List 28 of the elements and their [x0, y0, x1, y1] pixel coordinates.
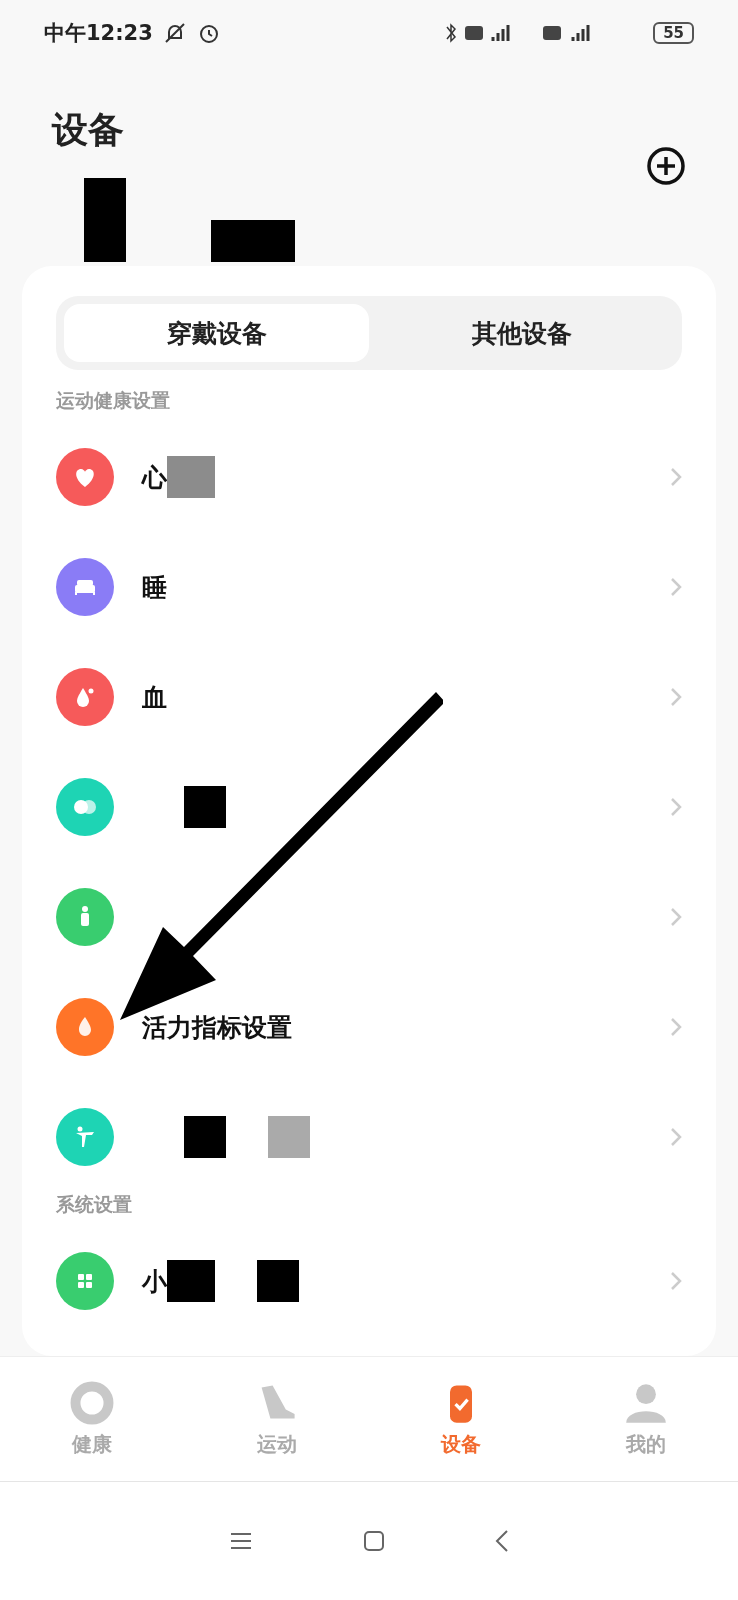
- row-label: 小: [142, 1265, 167, 1298]
- settings-row[interactable]: 小: [56, 1226, 682, 1336]
- chevron-right-icon: [670, 1017, 682, 1037]
- status-time: 中午12:23: [44, 20, 153, 47]
- back-icon[interactable]: [495, 1529, 509, 1553]
- section-title: 系统设置: [56, 1192, 133, 1217]
- chevron-right-icon: [670, 797, 682, 817]
- chevron-right-icon: [670, 467, 682, 487]
- ring-icon: [70, 1380, 115, 1425]
- chevron-right-icon: [670, 687, 682, 707]
- settings-row[interactable]: 睡: [56, 532, 682, 642]
- home-icon[interactable]: [363, 1530, 385, 1552]
- menu-icon[interactable]: [229, 1531, 253, 1551]
- settings-row[interactable]: 心: [56, 422, 682, 532]
- segment-tab[interactable]: 其他设备: [369, 304, 674, 362]
- chevron-right-icon: [670, 1127, 682, 1147]
- chevron-right-icon: [670, 577, 682, 597]
- battery-indicator: 55: [653, 22, 694, 44]
- segment-tab[interactable]: 穿戴设备: [64, 304, 369, 362]
- row-label: 睡: [142, 571, 167, 604]
- row-label: 活力指标设置: [142, 1011, 292, 1044]
- add-icon[interactable]: [646, 146, 686, 186]
- page-title: 设备: [52, 108, 124, 152]
- row-label: 血: [142, 681, 167, 714]
- chevron-right-icon: [670, 1271, 682, 1291]
- section-title: 运动健康设置: [56, 388, 171, 413]
- row-label: 心: [142, 461, 167, 494]
- chevron-right-icon: [670, 907, 682, 927]
